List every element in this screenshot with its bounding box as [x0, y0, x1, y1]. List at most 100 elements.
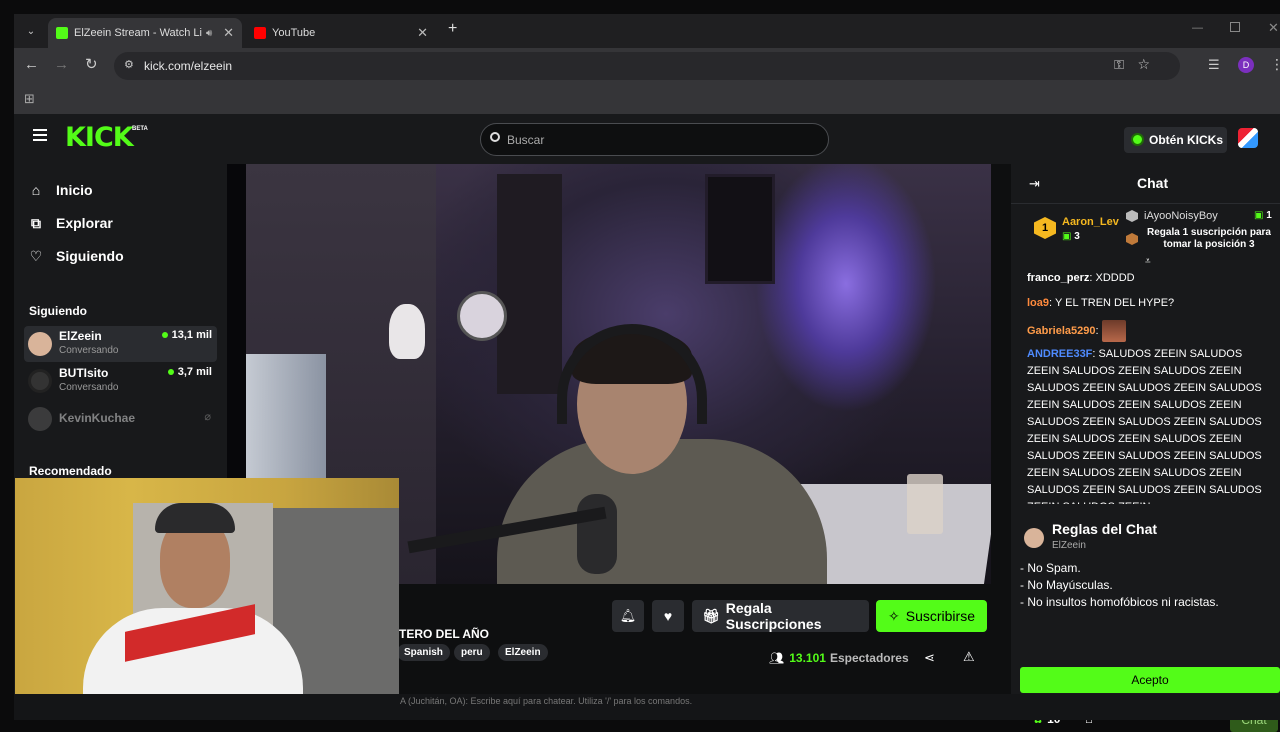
- search-placeholder: Buscar: [507, 132, 545, 147]
- close-tab-icon[interactable]: ✕: [223, 25, 234, 41]
- leaderboard-third-text: Regala 1 suscripción para tomar la posic…: [1147, 227, 1271, 250]
- channel-avatar: [28, 407, 52, 431]
- rules-avatar: [1024, 528, 1044, 548]
- home-icon: ⌂: [31, 182, 41, 198]
- followed-channel-kevinkuchae[interactable]: KevinKuchae ⌀: [24, 401, 217, 437]
- chat-header-divider: [1011, 203, 1280, 204]
- chat-username[interactable]: franco_perz: [1027, 272, 1089, 284]
- rule-3: - No insultos homofóbicos ni racistas.: [1020, 595, 1219, 609]
- channel-name: BUTIsito: [59, 366, 109, 380]
- browser-toolbar: ← → ↻ ⚙︎ kick.com/elzeein ⚿ ☆ ☰ D ⋮: [14, 48, 1280, 84]
- chat-text: XDDDD: [1095, 272, 1135, 284]
- site-info-icon[interactable]: ⚙︎: [124, 58, 134, 71]
- leaderboard-third-badge: [1126, 233, 1138, 245]
- expand-leaderboard-icon[interactable]: ⩡: [1145, 256, 1151, 267]
- chat-username[interactable]: loa9: [1027, 297, 1049, 309]
- wall-art: [705, 174, 775, 284]
- beta-badge: BETA: [132, 126, 148, 132]
- bookmark-star-icon[interactable]: ☆: [1137, 56, 1150, 73]
- chat-username[interactable]: ANDREE33F: [1027, 348, 1092, 360]
- offline-icon: ⌀: [204, 411, 211, 423]
- reload-icon[interactable]: ↻: [85, 55, 98, 73]
- channel-name: ElZeein: [59, 329, 102, 343]
- search-input[interactable]: Buscar: [480, 123, 829, 156]
- tab-kick[interactable]: ElZeein Stream - Watch Live 🔊︎ ✕: [48, 18, 242, 48]
- followed-channel-butisito[interactable]: BUTIsito Conversando 3,7 mil: [24, 363, 217, 399]
- subscribe-button[interactable]: ✧ Suscribirse: [876, 600, 987, 632]
- accept-rules-button[interactable]: Acepto: [1020, 667, 1280, 693]
- microphone: [577, 494, 617, 574]
- notifications-button[interactable]: 🔔︎: [612, 600, 644, 632]
- webcam-overlay: [15, 478, 399, 694]
- explore-icon: ⧉: [31, 214, 41, 231]
- hamburger-menu-icon[interactable]: [33, 129, 47, 141]
- maximize-icon[interactable]: [1230, 22, 1240, 32]
- reading-list-icon[interactable]: ☰: [1208, 57, 1220, 73]
- chat-username[interactable]: Gabriela5290: [1027, 323, 1096, 340]
- get-kicks-button[interactable]: Obtén KICKs: [1124, 127, 1227, 153]
- profile-avatar[interactable]: D: [1238, 57, 1254, 73]
- back-icon[interactable]: ←: [24, 56, 39, 73]
- url-bar[interactable]: ⚙︎ kick.com/elzeein ⚿ ☆: [114, 52, 1180, 80]
- channel-name: KevinKuchae: [59, 411, 136, 425]
- chat-input-strip: A (Juchitán, OA): Escribe aquí para chat…: [14, 694, 1280, 720]
- collapse-chat-icon[interactable]: ⇥: [1029, 176, 1040, 192]
- tab-list-dropdown[interactable]: ⌄: [22, 22, 40, 40]
- channel-category: Conversando: [59, 382, 119, 393]
- tag-peru[interactable]: peru: [454, 644, 490, 661]
- sidebar-item-label: Siguiendo: [56, 248, 124, 264]
- tab-title: YouTube: [272, 27, 316, 39]
- tag-spanish[interactable]: Spanish: [397, 644, 450, 661]
- tag-elzeein[interactable]: ElZeein: [498, 644, 548, 661]
- apps-grid-icon[interactable]: ⊞: [24, 91, 35, 107]
- leaderboard-first-user[interactable]: Aaron_Lev: [1062, 216, 1119, 228]
- gift-subs-button[interactable]: 🎁︎ Regala Suscripciones: [692, 600, 869, 632]
- close-window-icon[interactable]: ✕: [1268, 20, 1279, 36]
- chat-message: Gabriela5290:: [1027, 320, 1263, 342]
- stream-title: TERO DEL AÑO: [399, 627, 490, 641]
- sidebar-item-siguiendo[interactable]: ♡ Siguiendo: [28, 248, 124, 265]
- user-avatar[interactable]: [1238, 128, 1258, 148]
- browser-tab-bar: ⌄ ElZeein Stream - Watch Live 🔊︎ ✕ YouTu…: [14, 14, 1280, 48]
- rules-title: Reglas del Chat: [1052, 521, 1158, 537]
- kick-favicon-icon: [56, 27, 68, 39]
- chat-title: Chat: [1137, 175, 1169, 191]
- gift-icon: ▣: [1254, 210, 1264, 221]
- chat-rules-panel: Reglas del Chat ElZeein - No Spam. - No …: [1011, 516, 1280, 681]
- share-icon[interactable]: ⋖: [924, 650, 935, 666]
- following-section-title: Siguiendo: [29, 304, 87, 318]
- tab-youtube[interactable]: YouTube ✕: [246, 18, 436, 48]
- recommended-section-title: Recomendado: [29, 464, 112, 478]
- sidebar-item-inicio[interactable]: ⌂ Inicio: [28, 182, 93, 198]
- gift-subs-label: Regala Suscripciones: [725, 600, 822, 632]
- sidebar-item-explorar[interactable]: ⧉ Explorar: [28, 214, 113, 232]
- sparkle-icon: ✧: [888, 607, 900, 624]
- close-tab-icon[interactable]: ✕: [417, 25, 428, 41]
- tab-title: ElZeein Stream - Watch Live: [74, 27, 202, 39]
- kick-logo[interactable]: KICK: [65, 122, 134, 153]
- chat-text: Y EL TREN DEL HYPE?: [1054, 297, 1175, 309]
- minimize-icon[interactable]: —: [1192, 22, 1203, 34]
- viewers-count: 13.101: [789, 651, 826, 665]
- rules-owner: ElZeein: [1052, 540, 1086, 551]
- chat-input[interactable]: A (Juchitán, OA): Escribe aquí para chat…: [400, 696, 860, 714]
- followed-channel-elzeein[interactable]: ElZeein Conversando 13,1 mil: [24, 326, 217, 362]
- channel-avatar: [28, 332, 52, 356]
- chat-message: franco_perz: XDDDD: [1027, 272, 1135, 284]
- leaderboard-second-user[interactable]: iAyooNoisyBoy: [1144, 210, 1218, 222]
- channel-category: Conversando: [59, 345, 119, 356]
- viewers-label: Espectadores: [829, 651, 909, 665]
- glass: [907, 474, 943, 534]
- gift-icon: ▣: [1062, 231, 1072, 242]
- follow-button[interactable]: ♥: [652, 600, 684, 632]
- password-key-icon[interactable]: ⚿: [1114, 57, 1124, 73]
- browser-menu-icon[interactable]: ⋮: [1270, 56, 1280, 73]
- new-tab-icon[interactable]: +: [448, 20, 457, 38]
- bust-statue: [389, 304, 425, 359]
- speaker-icon[interactable]: 🔊︎: [206, 28, 212, 39]
- forward-icon[interactable]: →: [54, 56, 69, 73]
- report-icon[interactable]: ⚠: [963, 649, 975, 665]
- get-kicks-label: Obtén KICKs: [1149, 133, 1224, 147]
- count-text: 1: [1266, 210, 1272, 221]
- sidebar-item-label: Inicio: [56, 182, 93, 198]
